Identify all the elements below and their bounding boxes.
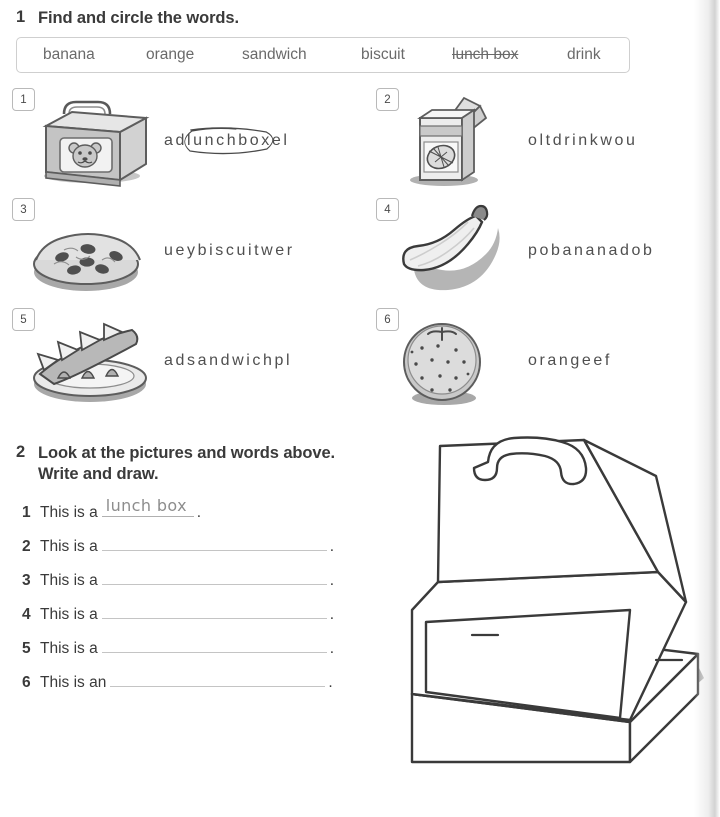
scrambled-word-2: oltdrinkwou: [528, 132, 638, 149]
scrambled-word-4: pobananadob: [528, 242, 655, 259]
scrambled-word-1: ad lunchbox el: [164, 86, 290, 196]
answer-stem-2: This is a: [40, 538, 98, 555]
answer-blank-1[interactable]: lunch box: [101, 496, 194, 517]
answer-period-1: .: [196, 504, 202, 521]
item-number-badge: 4: [376, 198, 399, 221]
exercise-1-item-3: 3 ueybiscuitwer: [6, 196, 356, 306]
circled-word-text: lunchbox: [187, 132, 272, 149]
answer-number-6: 6: [22, 674, 31, 691]
scramble-suffix-1: el: [271, 132, 290, 149]
exercise-1-item-6: 6 orangeef: [370, 306, 720, 416]
item-number-badge: 1: [12, 88, 35, 111]
biscuit-icon: [24, 202, 156, 298]
word-bank-item-drink[interactable]: drink: [567, 46, 601, 64]
answer-blank-5[interactable]: [101, 636, 327, 653]
open-lunch-box-outline-icon: [410, 436, 704, 764]
word-bank-item-orange[interactable]: orange: [146, 46, 194, 64]
sandwich-plate-icon: [24, 312, 156, 408]
exercise-2-heading: 2 Look at the pictures and words above. …: [16, 443, 406, 485]
exercise-2-number: 2: [16, 443, 26, 461]
lunch-box-drawing-area[interactable]: [398, 432, 714, 772]
exercise-1-heading: 1 Find and circle the words.: [16, 8, 239, 29]
answer-row-1: 1 This is a lunch box .: [22, 496, 202, 526]
handwritten-answer-1: lunch box: [105, 496, 187, 515]
answer-period-4: .: [329, 606, 335, 623]
answer-stem-5: This is a: [40, 640, 98, 657]
item-number-badge: 3: [12, 198, 35, 221]
answer-stem-6: This is an: [40, 674, 107, 691]
answer-period-5: .: [329, 640, 335, 657]
exercise-1-item-5: 5 adsandwichpl: [6, 306, 356, 416]
scramble-prefix-1: ad: [164, 132, 187, 149]
answer-row-5: 5 This is a .: [22, 636, 334, 662]
drink-carton-icon: [388, 92, 520, 188]
answer-period-2: .: [329, 538, 335, 555]
exercise-2-title-line-2: Write and draw.: [38, 465, 159, 483]
answer-row-6: 6 This is an .: [22, 670, 333, 696]
answer-blank-4[interactable]: [101, 602, 327, 619]
answer-stem-4: This is a: [40, 606, 98, 623]
orange-fruit-icon: [388, 312, 520, 408]
answer-number-1: 1: [22, 504, 31, 521]
item-number-badge: 6: [376, 308, 399, 331]
answer-stem-3: This is a: [40, 572, 98, 589]
item-number-badge: 5: [12, 308, 35, 331]
answer-number-4: 4: [22, 606, 31, 623]
exercise-1-title: Find and circle the words.: [38, 9, 239, 27]
scrambled-word-5: adsandwichpl: [164, 352, 293, 369]
banana-icon: [388, 202, 520, 298]
answer-period-3: .: [329, 572, 335, 589]
answer-period-6: .: [328, 674, 333, 691]
word-bank-item-sandwich[interactable]: sandwich: [242, 46, 307, 64]
answer-number-5: 5: [22, 640, 31, 657]
scrambled-word-3: ueybiscuitwer: [164, 242, 295, 259]
exercise-2-title-line-1: Look at the pictures and words above.: [38, 444, 336, 462]
scrambled-word-6: orangeef: [528, 352, 612, 369]
exercise-1-item-1: 1 ad lunchbox el: [6, 86, 356, 196]
exercise-1-item-2: 2 oltdrinkwou: [370, 86, 720, 196]
answer-blank-6[interactable]: [110, 670, 326, 687]
circled-word-lunchbox[interactable]: lunchbox: [184, 127, 274, 155]
answer-row-4: 4 This is a .: [22, 602, 334, 628]
word-bank-item-lunch-box[interactable]: lunch box: [452, 46, 518, 64]
word-bank-item-banana[interactable]: banana: [43, 46, 95, 64]
answer-row-3: 3 This is a .: [22, 568, 334, 594]
answer-number-3: 3: [22, 572, 31, 589]
answer-row-2: 2 This is a .: [22, 534, 334, 560]
answer-blank-2[interactable]: [101, 534, 327, 551]
answer-blank-3[interactable]: [101, 568, 327, 585]
answer-stem-1: This is a: [40, 504, 98, 521]
exercise-1-number: 1: [16, 8, 26, 26]
word-bank: banana orange sandwich biscuit lunch box…: [16, 37, 630, 73]
lunch-box-icon: [24, 92, 156, 188]
exercise-1-item-4: 4 pobananadob: [370, 196, 720, 306]
item-number-badge: 2: [376, 88, 399, 111]
answer-number-2: 2: [22, 538, 31, 555]
word-bank-item-biscuit[interactable]: biscuit: [361, 46, 405, 64]
